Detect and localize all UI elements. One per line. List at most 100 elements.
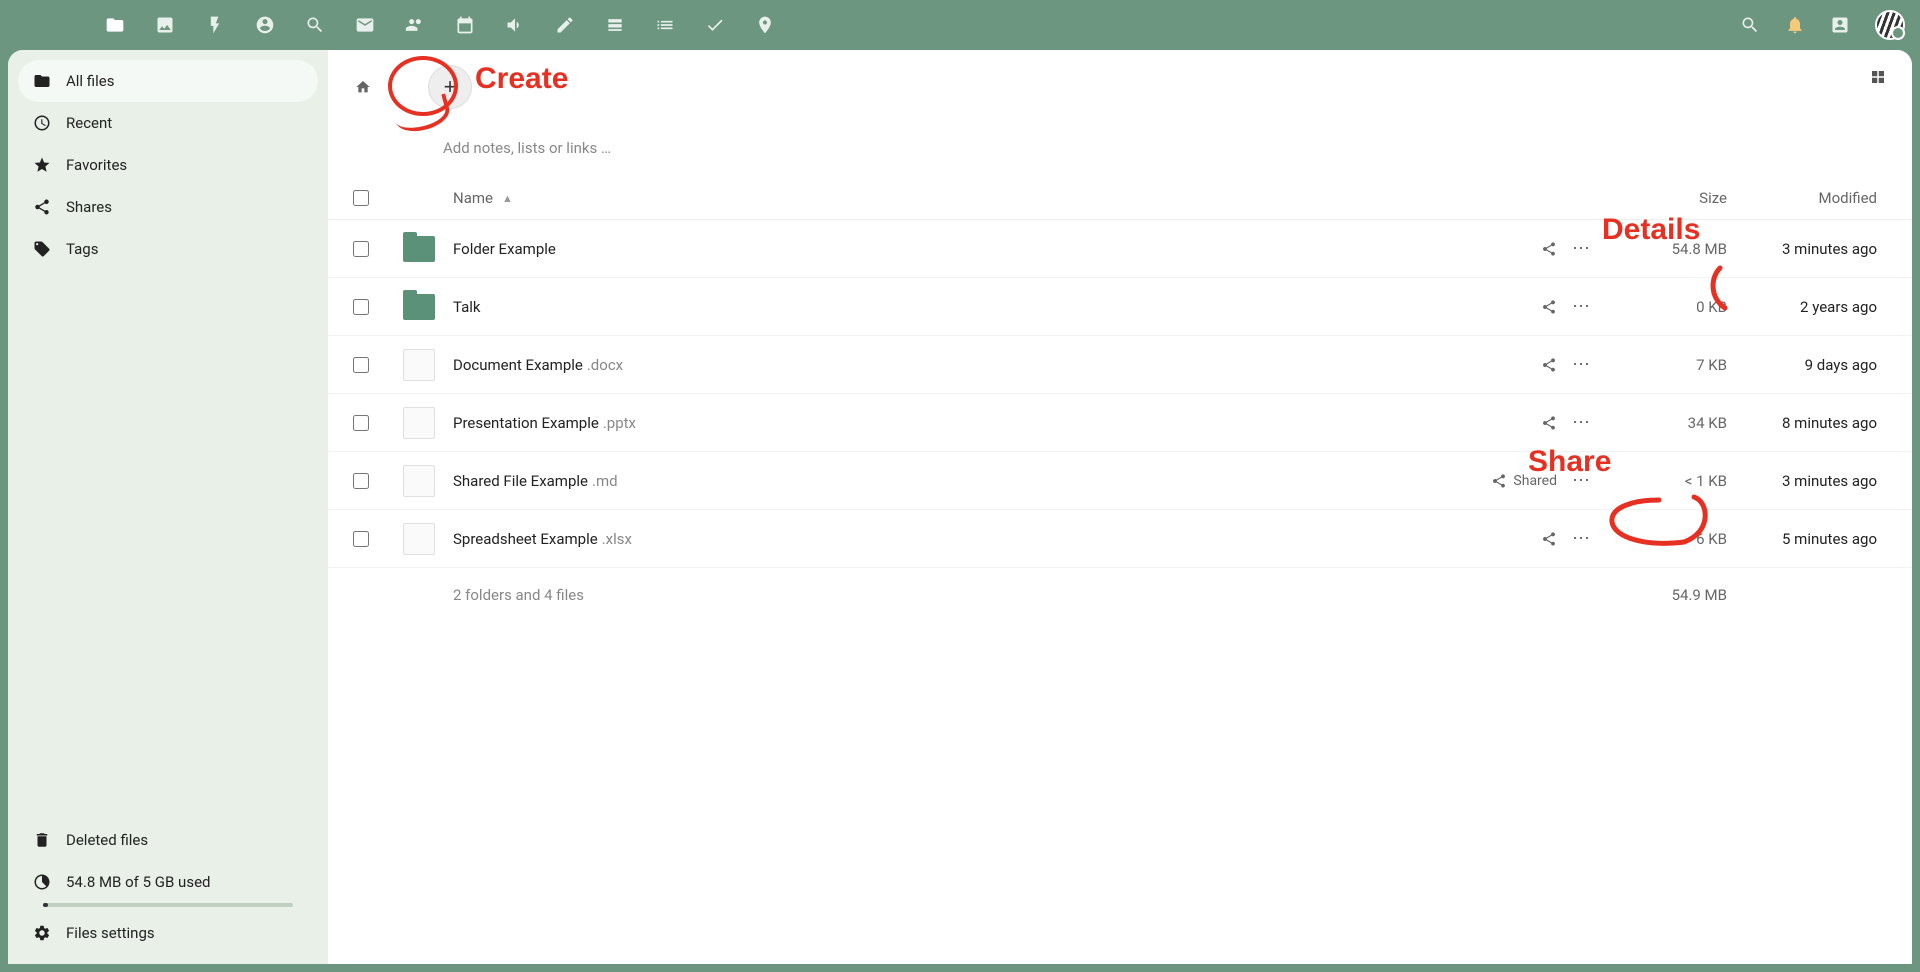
file-row[interactable]: Spreadsheet Example.xlsx⋯6 KB5 minutes a… bbox=[328, 510, 1912, 568]
file-row[interactable]: Presentation Example.pptx⋯34 KB8 minutes… bbox=[328, 394, 1912, 452]
share-button[interactable] bbox=[1417, 531, 1557, 547]
user-avatar[interactable] bbox=[1875, 10, 1905, 40]
share-button[interactable] bbox=[1417, 415, 1557, 431]
storage-bar bbox=[43, 903, 293, 907]
file-modified: 8 minutes ago bbox=[1727, 414, 1887, 432]
talk-app-icon[interactable] bbox=[255, 15, 275, 35]
file-name[interactable]: Shared File Example.md bbox=[453, 472, 1417, 490]
gear-icon bbox=[33, 924, 51, 942]
notes-app-icon[interactable] bbox=[555, 15, 575, 35]
sidebar-item-label: Tags bbox=[66, 240, 98, 258]
contacts-app-icon[interactable] bbox=[405, 15, 425, 35]
topbar-right bbox=[1740, 10, 1905, 40]
file-thumb bbox=[403, 523, 435, 555]
notes-placeholder[interactable]: Add notes, lists or links … bbox=[328, 114, 1912, 177]
file-modified: 3 minutes ago bbox=[1727, 472, 1887, 490]
file-row[interactable]: Document Example.docx⋯7 KB9 days ago bbox=[328, 336, 1912, 394]
row-checkbox[interactable] bbox=[353, 415, 403, 431]
sidebar-footer: Deleted files 54.8 MB of 5 GB used Files… bbox=[8, 809, 328, 964]
file-size: 54.8 MB bbox=[1607, 240, 1727, 258]
file-thumb bbox=[403, 349, 435, 381]
more-actions-button[interactable]: ⋯ bbox=[1557, 354, 1607, 375]
select-all-checkbox[interactable] bbox=[353, 190, 403, 206]
file-size: < 1 KB bbox=[1607, 472, 1727, 490]
search-app-icon[interactable] bbox=[305, 15, 325, 35]
file-name[interactable]: Spreadsheet Example.xlsx bbox=[453, 530, 1417, 548]
topbar-left bbox=[15, 15, 775, 35]
file-table: Name▲ Size Modified Folder Example⋯54.8 … bbox=[328, 177, 1912, 622]
app-logo[interactable] bbox=[15, 15, 75, 35]
share-icon bbox=[33, 198, 51, 216]
breadcrumb-home[interactable] bbox=[353, 77, 373, 97]
file-size: 0 KB bbox=[1607, 298, 1727, 316]
file-name[interactable]: Folder Example bbox=[453, 240, 1417, 258]
sidebar-item-label: Favorites bbox=[66, 156, 127, 174]
sidebar-item-deleted[interactable]: Deleted files bbox=[18, 819, 318, 861]
row-checkbox[interactable] bbox=[353, 531, 403, 547]
create-button[interactable]: + bbox=[428, 65, 472, 109]
sidebar-item-label: Recent bbox=[66, 114, 112, 132]
files-app-icon[interactable] bbox=[105, 15, 125, 35]
more-actions-button[interactable]: ⋯ bbox=[1557, 412, 1607, 433]
mail-app-icon[interactable] bbox=[355, 15, 375, 35]
row-checkbox[interactable] bbox=[353, 357, 403, 373]
column-size[interactable]: Size bbox=[1607, 189, 1727, 207]
share-status: Shared bbox=[1513, 473, 1557, 489]
sidebar-item-label: Files settings bbox=[66, 924, 155, 942]
contacts-menu-icon[interactable] bbox=[1830, 15, 1850, 35]
file-thumb bbox=[403, 465, 435, 497]
sidebar-item-favorites[interactable]: Favorites bbox=[18, 144, 318, 186]
file-table-header: Name▲ Size Modified bbox=[328, 177, 1912, 220]
activity-app-icon[interactable] bbox=[205, 15, 225, 35]
file-thumb bbox=[403, 407, 435, 439]
more-actions-button[interactable]: ⋯ bbox=[1557, 470, 1607, 491]
column-name[interactable]: Name▲ bbox=[453, 189, 1417, 207]
column-modified[interactable]: Modified bbox=[1727, 189, 1887, 207]
calendar-app-icon[interactable] bbox=[455, 15, 475, 35]
sidebar-item-all-files[interactable]: All files bbox=[18, 60, 318, 102]
sidebar-item-label: Deleted files bbox=[66, 831, 148, 849]
share-button[interactable]: Shared bbox=[1417, 473, 1557, 489]
summary-row: 2 folders and 4 files 54.9 MB bbox=[328, 568, 1912, 622]
folder-icon bbox=[403, 236, 435, 262]
search-icon[interactable] bbox=[1740, 15, 1760, 35]
photos-app-icon[interactable] bbox=[155, 15, 175, 35]
row-checkbox[interactable] bbox=[353, 299, 403, 315]
share-button[interactable] bbox=[1417, 357, 1557, 373]
share-button[interactable] bbox=[1417, 241, 1557, 257]
main-content: + Add notes, lists or links … Name▲ Size… bbox=[328, 50, 1912, 964]
sidebar-item-storage[interactable]: 54.8 MB of 5 GB used bbox=[18, 861, 318, 903]
row-checkbox[interactable] bbox=[353, 473, 403, 489]
sort-ascending-icon: ▲ bbox=[502, 192, 513, 205]
sidebar-item-shares[interactable]: Shares bbox=[18, 186, 318, 228]
more-actions-button[interactable]: ⋯ bbox=[1557, 238, 1607, 259]
file-row[interactable]: Talk⋯0 KB2 years ago bbox=[328, 278, 1912, 336]
list-app-icon[interactable] bbox=[655, 15, 675, 35]
file-name[interactable]: Presentation Example.pptx bbox=[453, 414, 1417, 432]
more-actions-button[interactable]: ⋯ bbox=[1557, 528, 1607, 549]
view-toggle[interactable] bbox=[1869, 68, 1887, 90]
row-checkbox[interactable] bbox=[353, 241, 403, 257]
notifications-icon[interactable] bbox=[1785, 15, 1805, 35]
sidebar-item-recent[interactable]: Recent bbox=[18, 102, 318, 144]
sidebar: All files Recent Favorites Shares Tags bbox=[8, 50, 328, 964]
file-size: 6 KB bbox=[1607, 530, 1727, 548]
sidebar-item-tags[interactable]: Tags bbox=[18, 228, 318, 270]
tasks-app-icon[interactable] bbox=[705, 15, 725, 35]
file-row[interactable]: Folder Example⋯54.8 MB3 minutes ago bbox=[328, 220, 1912, 278]
file-name[interactable]: Document Example.docx bbox=[453, 356, 1417, 374]
file-name[interactable]: Talk bbox=[453, 298, 1417, 316]
deck-app-icon[interactable] bbox=[605, 15, 625, 35]
sidebar-item-label: All files bbox=[66, 72, 114, 90]
maps-app-icon[interactable] bbox=[755, 15, 775, 35]
announcement-app-icon[interactable] bbox=[505, 15, 525, 35]
app-body: All files Recent Favorites Shares Tags bbox=[8, 50, 1912, 964]
folder-icon bbox=[33, 72, 51, 90]
sidebar-item-settings[interactable]: Files settings bbox=[18, 912, 318, 954]
toolbar: + bbox=[328, 50, 1912, 114]
more-actions-button[interactable]: ⋯ bbox=[1557, 296, 1607, 317]
share-button[interactable] bbox=[1417, 299, 1557, 315]
file-row[interactable]: Shared File Example.md Shared⋯< 1 KB3 min… bbox=[328, 452, 1912, 510]
clock-icon bbox=[33, 114, 51, 132]
sidebar-item-label: Shares bbox=[66, 198, 112, 216]
